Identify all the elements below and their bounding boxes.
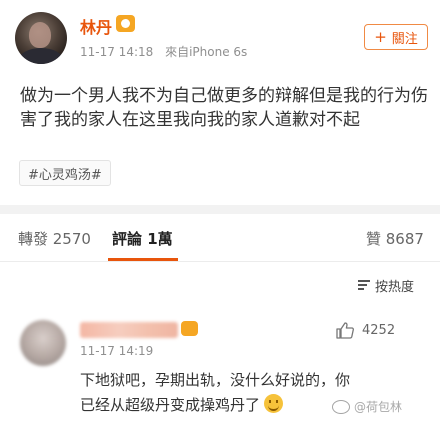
- comment-body: 下地狱吧，孕期出轨，没什么好说的，你已经从超级丹变成操鸡丹了: [80, 371, 351, 414]
- active-tab-indicator: [108, 258, 178, 261]
- post-text: 做为一个男人我不为自己做更多的辩解但是我的行为伤害了我的家人在这里我向我的家人道…: [20, 86, 428, 130]
- weibo-watermark: @荷包林: [332, 398, 402, 415]
- commenter-vip-badge-icon: [181, 321, 198, 336]
- follow-button[interactable]: + 關注: [364, 24, 428, 50]
- comment-text: 下地狱吧，孕期出轨，没什么好说的，你已经从超级丹变成操鸡丹了: [80, 368, 350, 418]
- post-tabs: 轉發 2570 評論 1萬 贊 8687: [0, 214, 440, 262]
- post-time: 11-17 14:18: [80, 45, 154, 59]
- author-name[interactable]: 林丹: [80, 14, 112, 38]
- post-meta: 11-17 14:18 來自iPhone 6s: [80, 43, 247, 60]
- vip-badge-icon: [116, 15, 135, 32]
- sort-bar: 按热度: [0, 262, 440, 306]
- weibo-logo-icon: [332, 399, 350, 414]
- comment-like-button[interactable]: 4252: [336, 322, 395, 339]
- follow-label: 關注: [391, 31, 418, 47]
- tab-reposts[interactable]: 轉發 2570: [18, 228, 91, 249]
- smile-emoji-icon: [264, 394, 284, 413]
- post-source: 來自iPhone 6s: [165, 45, 248, 59]
- avatar-face: [29, 22, 51, 48]
- tab-likes[interactable]: 贊 8687: [366, 228, 424, 249]
- comment-like-count: 4252: [362, 323, 396, 338]
- avatar-shirt: [19, 48, 63, 64]
- topic-tag[interactable]: #心灵鸡汤#: [19, 160, 111, 186]
- sort-label: 按热度: [375, 280, 415, 295]
- tab-comments[interactable]: 評論 1萬: [112, 228, 173, 249]
- commenter-name-blurred[interactable]: [80, 322, 178, 338]
- commenter-avatar[interactable]: [20, 320, 66, 366]
- comment-time: 11-17 14:19: [80, 344, 154, 358]
- weibo-post-card: 林丹 11-17 14:18 來自iPhone 6s + 關注 做为一个男人我不…: [0, 0, 440, 205]
- watermark-text: @荷包林: [354, 400, 403, 414]
- sort-lines-icon: [358, 280, 370, 291]
- author-avatar[interactable]: [15, 12, 67, 64]
- thumbs-up-icon: [336, 322, 354, 339]
- sort-by-hot-button[interactable]: 按热度: [358, 276, 414, 295]
- plus-icon: +: [374, 28, 387, 46]
